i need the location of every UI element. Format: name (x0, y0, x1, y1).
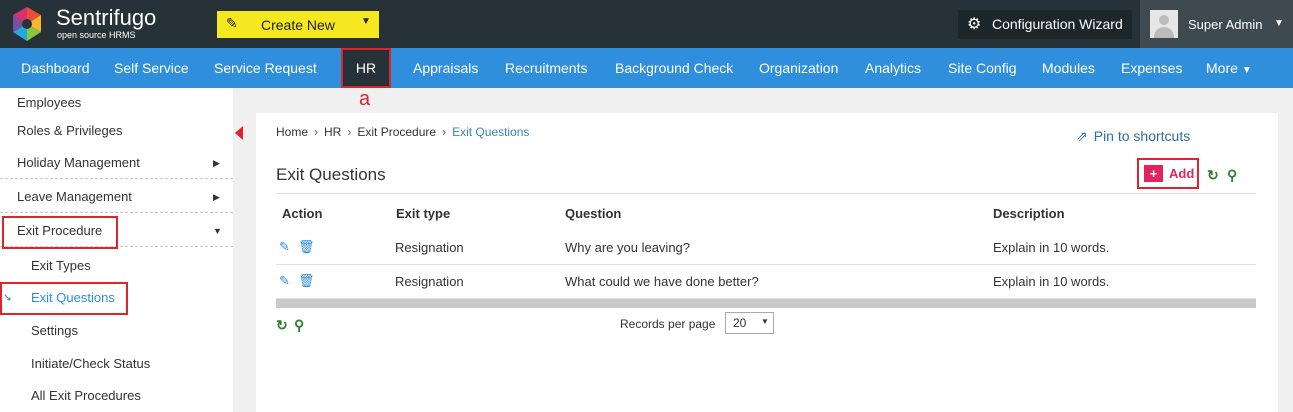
table-header: Action Exit type Question Description (276, 193, 1256, 231)
breadcrumb: Home › HR › Exit Procedure › Exit Questions (276, 125, 530, 139)
sidebar-item-settings[interactable]: Settings (0, 315, 233, 347)
records-per-page-value: 20 (733, 316, 747, 330)
add-label: Add (1169, 166, 1195, 181)
edit-icon[interactable]: ✎ (279, 239, 290, 255)
cell-description: Explain in 10 words. (993, 274, 1110, 289)
collapse-left-icon (235, 126, 243, 140)
column-header-question[interactable]: Question (565, 206, 621, 221)
share-icon: ⇗ (1076, 128, 1088, 144)
top-bar: Sentrifugo open source HRMS ✎ Create New… (0, 0, 1293, 48)
search-icon[interactable]: ⚲ (1227, 167, 1237, 184)
nav-dashboard[interactable]: Dashboard (21, 48, 90, 88)
nav-expenses[interactable]: Expenses (1121, 48, 1182, 88)
main-nav: Dashboard Self Service Service Request H… (0, 48, 1293, 88)
brand-tagline: open source HRMS (57, 30, 136, 40)
refresh-icon[interactable]: ↻ (1207, 167, 1219, 184)
nav-organization[interactable]: Organization (759, 48, 838, 88)
sidebar-item-leave[interactable]: Leave Management ▶ (0, 181, 233, 213)
breadcrumb-hr[interactable]: HR (324, 125, 341, 139)
sidebar-item-label: Leave Management (17, 189, 132, 204)
table-row: ✎ 🗑 Resignation Why are you leaving? Exp… (276, 231, 1256, 265)
sidebar-collapse-toggle[interactable] (233, 120, 245, 146)
caret-right-icon: ▶ (213, 158, 220, 168)
cell-question: Why are you leaving? (565, 240, 691, 255)
sidebar: Employees Roles & Privileges Holiday Man… (0, 88, 233, 412)
caret-down-icon: ▼ (213, 226, 222, 236)
nav-analytics[interactable]: Analytics (865, 48, 921, 88)
sidebar-item-all-exit-procedures[interactable]: All Exit Procedures (0, 380, 233, 412)
sidebar-item-label: Employees (17, 95, 82, 110)
cell-question: What could we have done better? (565, 274, 759, 289)
sidebar-item-exit-questions[interactable]: ➘ Exit Questions (0, 282, 233, 315)
caret-right-icon: ▶ (213, 192, 220, 202)
cell-description: Explain in 10 words. (993, 240, 1110, 255)
annotation-a: a (359, 88, 371, 110)
search-icon[interactable]: ⚲ (294, 317, 304, 334)
nav-site-config[interactable]: Site Config (948, 48, 1016, 88)
nav-more[interactable]: More ▼ (1206, 48, 1252, 88)
caret-down-icon: ▼ (361, 16, 371, 27)
main-content: Home › HR › Exit Procedure › Exit Questions ⇗ P… (256, 113, 1278, 412)
pin-to-shortcuts-link[interactable]: ⇗ Pin to shortcuts (1076, 128, 1190, 145)
gears-icon: ⚙ (967, 16, 982, 33)
cell-exit-type: Resignation (395, 240, 464, 255)
nav-more-label: More (1206, 60, 1238, 76)
nav-recruitments[interactable]: Recruitments (505, 48, 587, 88)
delete-icon[interactable]: 🗑 (298, 273, 315, 289)
sidebar-item-employees[interactable]: Employees (0, 88, 233, 118)
nav-hr[interactable]: HR (341, 48, 391, 88)
sidebar-item-holiday[interactable]: Holiday Management ▶ (0, 147, 233, 179)
configuration-wizard-button[interactable]: ⚙ Configuration Wizard (958, 10, 1132, 39)
column-header-exit-type[interactable]: Exit type (396, 206, 450, 221)
nav-appraisals[interactable]: Appraisals (413, 48, 478, 88)
nav-modules[interactable]: Modules (1042, 48, 1095, 88)
add-button[interactable]: + Add (1137, 158, 1199, 189)
records-per-page-label: Records per page (620, 317, 716, 331)
sidebar-item-label: Initiate/Check Status (31, 356, 151, 371)
edit-icon[interactable]: ✎ (279, 273, 290, 289)
breadcrumb-exit-procedure[interactable]: Exit Procedure (357, 125, 436, 139)
sidebar-item-roles[interactable]: Roles & Privileges (0, 116, 233, 146)
create-new-button[interactable]: ✎ Create New ▼ (217, 11, 379, 38)
sidebar-item-label: All Exit Procedures (31, 388, 141, 403)
avatar (1150, 10, 1178, 38)
sidebar-item-label: Roles & Privileges (17, 123, 123, 138)
column-header-action[interactable]: Action (282, 206, 322, 221)
user-menu[interactable]: Super Admin ▼ (1140, 0, 1293, 48)
create-new-label: Create New (261, 17, 335, 33)
nav-self-service[interactable]: Self Service (114, 48, 189, 88)
sidebar-item-label: Exit Procedure (17, 223, 103, 238)
cell-exit-type: Resignation (395, 274, 464, 289)
page-title: Exit Questions (276, 165, 386, 184)
records-per-page-select[interactable]: 20 ▼ (725, 312, 774, 334)
table-row: ✎ 🗑 Resignation What could we have done … (276, 265, 1256, 299)
sidebar-item-label: Holiday Management (17, 155, 140, 170)
breadcrumb-home[interactable]: Home (276, 125, 308, 139)
breadcrumb-current: Exit Questions (452, 125, 530, 139)
user-name: Super Admin (1188, 17, 1263, 32)
caret-down-icon: ▼ (1241, 65, 1252, 76)
caret-down-icon: ▼ (1274, 18, 1284, 29)
refresh-icon[interactable]: ↻ (276, 317, 288, 334)
plus-icon: + (1144, 165, 1163, 182)
brand-name[interactable]: Sentrifugo (56, 6, 156, 30)
sentrifugo-logo-icon[interactable] (8, 5, 46, 43)
pin-label: Pin to shortcuts (1093, 128, 1191, 144)
nav-background-check[interactable]: Background Check (615, 48, 733, 88)
sidebar-item-exit-procedure[interactable]: Exit Procedure ▼ (0, 215, 233, 249)
nav-service-request[interactable]: Service Request (214, 48, 317, 88)
sidebar-item-label: Exit Types (31, 258, 91, 273)
sidebar-item-initiate-status[interactable]: Initiate/Check Status (0, 348, 233, 380)
horizontal-scrollbar[interactable] (276, 299, 1256, 308)
column-header-description[interactable]: Description (993, 206, 1065, 221)
sidebar-item-label: Exit Questions (31, 290, 115, 305)
delete-icon[interactable]: 🗑 (298, 239, 315, 255)
caret-down-icon: ▼ (761, 317, 769, 326)
sidebar-item-exit-types[interactable]: Exit Types (0, 250, 233, 282)
arrow-down-right-icon: ➘ (3, 292, 13, 304)
pencil-icon: ✎ (226, 15, 238, 31)
sidebar-item-label: Settings (31, 323, 78, 338)
configuration-wizard-label: Configuration Wizard (992, 16, 1123, 32)
